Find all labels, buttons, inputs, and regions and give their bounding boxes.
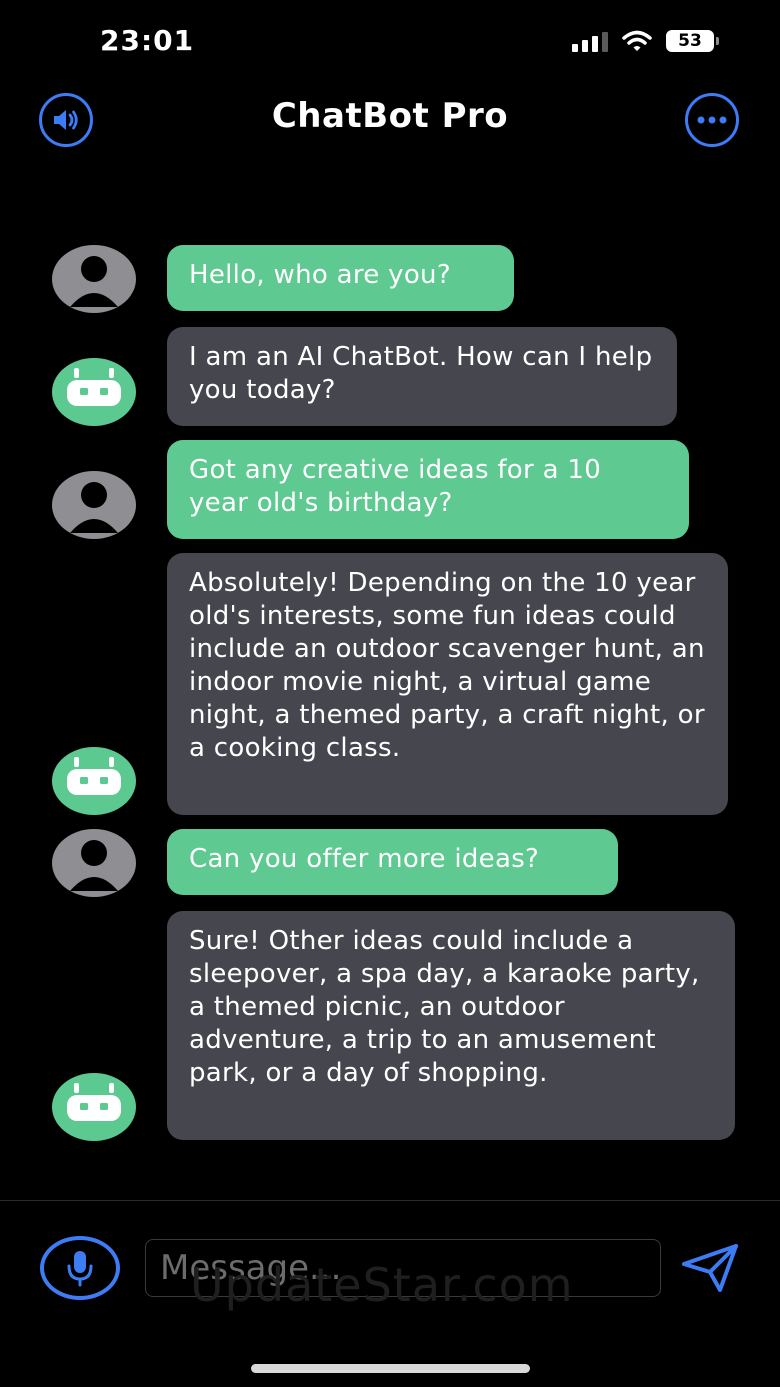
send-button[interactable] (680, 1242, 740, 1294)
user-message: Hello, who are you? (167, 245, 514, 311)
message-text: Absolutely! Depending on the 10 year old… (189, 568, 705, 763)
user-avatar (52, 245, 136, 313)
status-bar: 23:01 53 (0, 0, 780, 80)
wifi-icon (622, 30, 652, 51)
bot-avatar (52, 1073, 136, 1141)
bot-message: Sure! Other ideas could include a sleepo… (167, 911, 735, 1140)
message-text: Got any creative ideas for a 10 year old… (189, 455, 602, 518)
robot-icon (67, 368, 121, 406)
message-text: I am an AI ChatBot. How can I help you t… (189, 342, 653, 405)
message-text: Sure! Other ideas could include a sleepo… (189, 926, 700, 1088)
more-button[interactable] (685, 93, 739, 147)
bot-avatar (52, 747, 136, 815)
chat-list: Hello, who are you? I am an AI ChatBot. … (0, 160, 780, 1200)
battery-icon: 53 (666, 30, 719, 52)
bot-message: I am an AI ChatBot. How can I help you t… (167, 327, 677, 426)
status-icons: 53 (572, 30, 719, 52)
bot-avatar (52, 358, 136, 426)
battery-level: 53 (678, 31, 702, 51)
user-avatar (52, 471, 136, 539)
person-icon (70, 482, 118, 533)
more-icon (697, 116, 727, 124)
message-text: Can you offer more ideas? (189, 844, 540, 874)
message-input[interactable] (145, 1239, 661, 1297)
send-icon (682, 1244, 738, 1292)
user-message: Can you offer more ideas? (167, 829, 618, 895)
user-message: Got any creative ideas for a 10 year old… (167, 440, 689, 539)
mic-button[interactable] (40, 1236, 120, 1300)
message-text: Hello, who are you? (189, 260, 451, 290)
home-indicator[interactable] (251, 1364, 530, 1373)
person-icon (70, 256, 118, 307)
microphone-icon (67, 1251, 93, 1287)
signal-icon (572, 30, 608, 52)
status-time: 23:01 (100, 24, 195, 57)
composer-divider (0, 1200, 780, 1201)
bot-message: Absolutely! Depending on the 10 year old… (167, 553, 728, 815)
person-icon (70, 840, 118, 891)
robot-icon (67, 1083, 121, 1121)
page-title: ChatBot Pro (271, 96, 509, 136)
user-avatar (52, 829, 136, 897)
nav-bar: ChatBot Pro (0, 80, 780, 160)
robot-icon (67, 757, 121, 795)
